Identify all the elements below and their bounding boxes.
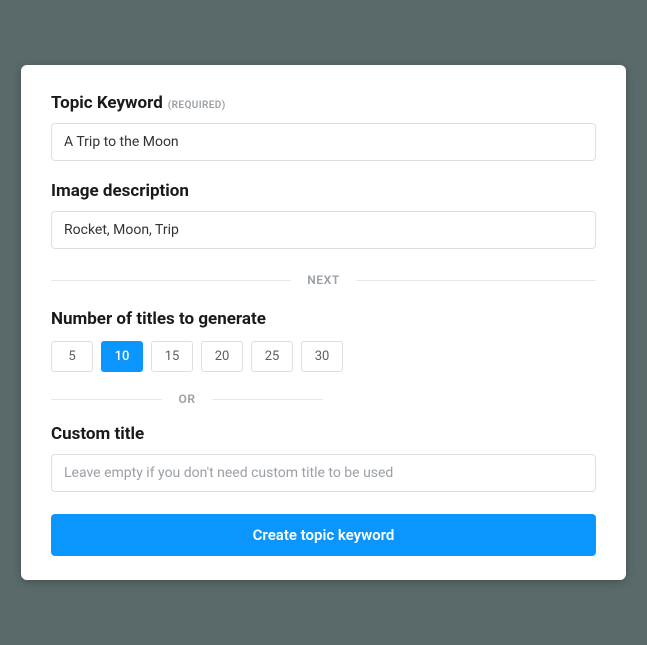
custom-title-label: Custom title [51,424,596,444]
num-option-30[interactable]: 30 [301,341,343,372]
divider-next-text: NEXT [291,273,356,287]
number-of-titles-label-text: Number of titles to generate [51,309,266,329]
form-card: Topic Keyword (REQUIRED) Image descripti… [21,65,626,580]
num-option-25[interactable]: 25 [251,341,293,372]
num-option-10[interactable]: 10 [101,341,143,372]
image-description-input[interactable] [51,211,596,249]
number-of-titles-label: Number of titles to generate [51,309,596,329]
divider-or: OR [51,392,323,406]
topic-keyword-label-text: Topic Keyword [51,93,163,113]
number-of-titles-group: Number of titles to generate 5 10 15 20 … [51,309,596,372]
divider-next: NEXT [51,273,596,287]
required-tag: (REQUIRED) [168,100,226,111]
topic-keyword-input[interactable] [51,123,596,161]
num-option-20[interactable]: 20 [201,341,243,372]
image-description-group: Image description [51,181,596,249]
custom-title-input[interactable] [51,454,596,492]
topic-keyword-label: Topic Keyword (REQUIRED) [51,93,596,113]
num-option-5[interactable]: 5 [51,341,93,372]
number-options: 5 10 15 20 25 30 [51,341,596,372]
custom-title-label-text: Custom title [51,424,144,444]
divider-or-text: OR [162,392,211,406]
image-description-label: Image description [51,181,596,201]
image-description-label-text: Image description [51,181,189,201]
topic-keyword-group: Topic Keyword (REQUIRED) [51,93,596,161]
custom-title-group: Custom title [51,424,596,492]
num-option-15[interactable]: 15 [151,341,193,372]
create-topic-keyword-button[interactable]: Create topic keyword [51,514,596,556]
